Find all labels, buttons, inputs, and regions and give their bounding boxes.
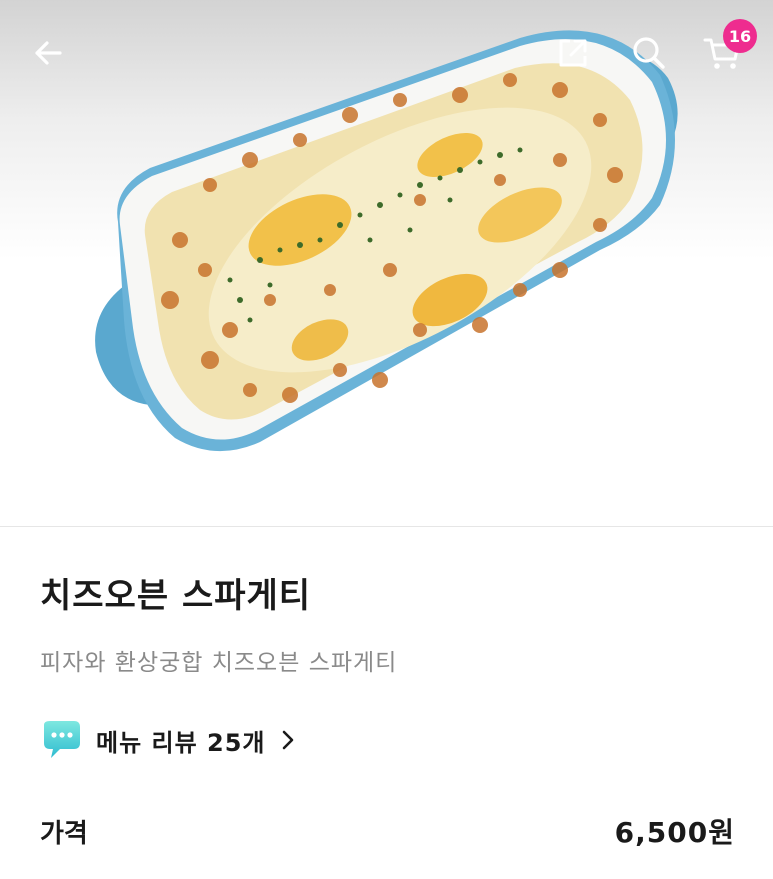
speech-bubble-icon <box>44 721 80 758</box>
product-description: 피자와 환상궁합 치즈오븐 스파게티 <box>40 650 398 676</box>
product-title: 치즈오븐 스파게티 <box>40 576 312 616</box>
review-count-label: 메뉴 리뷰 25개 <box>96 728 266 757</box>
cart-count-badge: 16 <box>723 19 757 53</box>
price-value: 6,500원 <box>614 816 735 849</box>
search-icon <box>633 37 665 69</box>
price-label: 가격 <box>40 819 88 849</box>
back-button[interactable] <box>22 27 74 79</box>
arrow-left-icon <box>35 41 62 65</box>
search-button[interactable] <box>623 27 675 79</box>
menu-review-link[interactable]: 메뉴 리뷰 25개 <box>38 718 296 762</box>
share-external-icon <box>559 39 587 67</box>
top-navigation-bar: 16 <box>0 0 773 110</box>
product-image-area: 16 <box>0 0 773 527</box>
chevron-right-icon <box>282 730 293 750</box>
share-button[interactable] <box>547 27 599 79</box>
